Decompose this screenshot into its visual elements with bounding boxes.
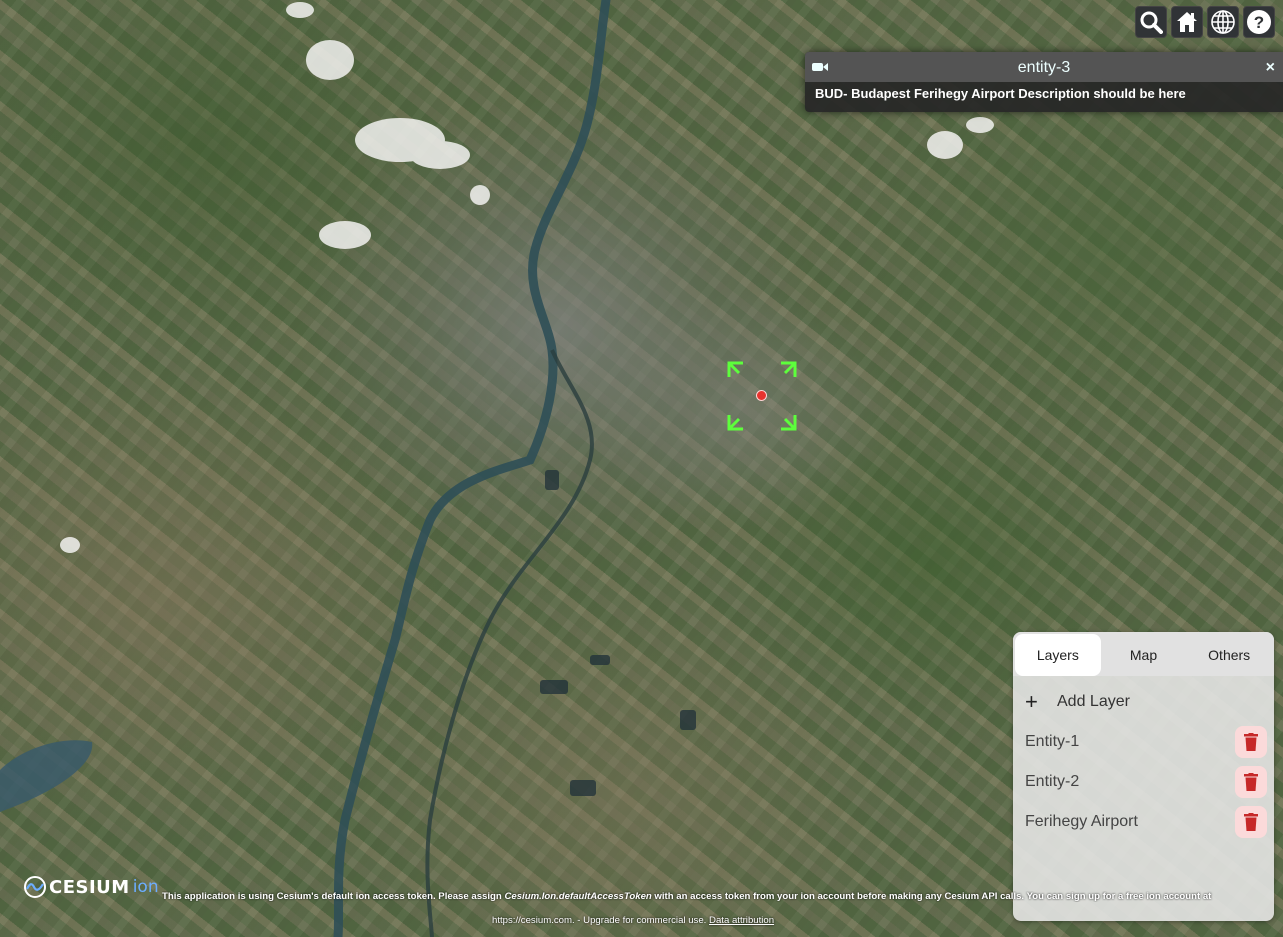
plus-icon: +: [1025, 689, 1038, 714]
delete-layer-button[interactable]: [1235, 726, 1267, 758]
layer-item[interactable]: Ferihegy Airport: [1013, 802, 1274, 842]
search-icon: [1140, 11, 1163, 34]
data-attribution-link[interactable]: Data attribution: [709, 915, 774, 926]
home-icon: [1177, 12, 1197, 32]
globe-icon: [1211, 10, 1235, 34]
trash-icon: [1244, 773, 1258, 791]
add-layer-button[interactable]: + Add Layer: [1013, 682, 1274, 722]
airport-marker[interactable]: [756, 390, 767, 401]
cesium-logo-icon: [24, 876, 46, 898]
tab-map[interactable]: Map: [1101, 634, 1187, 676]
layer-name: Ferihegy Airport: [1025, 813, 1138, 830]
layer-name: Entity-1: [1025, 733, 1080, 750]
cesium-ion-logo[interactable]: CESIUM ion: [24, 876, 159, 898]
svg-text:?: ?: [1254, 13, 1264, 32]
delete-layer-button[interactable]: [1235, 766, 1267, 798]
cesium-logo-text: CESIUM: [49, 876, 130, 898]
tab-others[interactable]: Others: [1186, 634, 1272, 676]
delete-layer-button[interactable]: [1235, 806, 1267, 838]
scene-mode-button[interactable]: [1207, 6, 1239, 38]
credit-upgrade-text: https://cesium.com. - Upgrade for commer…: [492, 915, 707, 926]
info-box-close-button[interactable]: ×: [1266, 52, 1275, 83]
panel-tabs: Layers Map Others: [1013, 632, 1274, 676]
info-box: entity-3 × BUD- Budapest Ferihegy Airpor…: [805, 52, 1283, 112]
layer-panel: Layers Map Others + Add Layer Entity-1 E…: [1013, 632, 1274, 921]
credit-text-line2: https://cesium.com. - Upgrade for commer…: [492, 915, 774, 926]
layer-name: Entity-2: [1025, 773, 1080, 790]
credit-text: This application is using Cesium's defau…: [162, 891, 1272, 902]
help-icon: ?: [1247, 10, 1271, 34]
ion-logo-text: ion: [132, 877, 159, 897]
trash-icon: [1244, 733, 1258, 751]
info-box-header: entity-3 ×: [805, 52, 1283, 82]
add-layer-label: Add Layer: [1057, 693, 1130, 710]
layer-item[interactable]: Entity-1: [1013, 722, 1274, 762]
cesium-toolbar: ?: [1135, 6, 1275, 38]
help-button[interactable]: ?: [1243, 6, 1275, 38]
credit-token-name: Cesium.Ion.defaultAccessToken: [504, 891, 652, 902]
lake: [0, 740, 93, 812]
layer-item[interactable]: Entity-2: [1013, 762, 1274, 802]
tab-layers[interactable]: Layers: [1015, 634, 1101, 676]
river-branch: [425, 349, 594, 937]
info-box-description: BUD- Budapest Ferihegy Airport Descripti…: [815, 86, 1186, 101]
camera-icon[interactable]: [811, 60, 829, 74]
info-box-title: entity-3: [1017, 59, 1071, 76]
trash-icon: [1244, 813, 1258, 831]
home-button[interactable]: [1171, 6, 1203, 38]
credit-text-part: with an access token from your ion accou…: [651, 891, 1212, 902]
credit-text-part: This application is using Cesium's defau…: [162, 891, 505, 902]
geocoder-search-button[interactable]: [1135, 6, 1167, 38]
